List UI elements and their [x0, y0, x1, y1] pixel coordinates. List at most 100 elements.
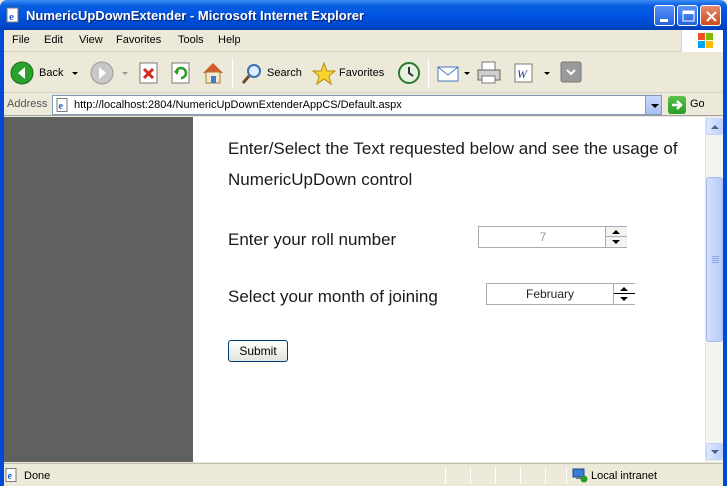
back-arrow-icon — [10, 61, 34, 85]
svg-text:e: e — [59, 101, 64, 112]
roll-number-input[interactable]: 7 — [479, 230, 607, 244]
grip-line — [712, 256, 719, 257]
forward-arrow-icon — [90, 61, 114, 85]
print-button[interactable] — [476, 60, 502, 86]
go-button[interactable] — [668, 96, 686, 114]
history-icon — [398, 62, 420, 84]
submit-button[interactable]: Submit — [228, 340, 288, 362]
title-bar[interactable]: e NumericUpDownExtender - Microsoft Inte… — [0, 0, 727, 30]
menu-bar: File Edit View Favorites Tools Help — [0, 30, 727, 52]
joining-month-updown: February — [486, 283, 635, 305]
status-divider — [470, 467, 471, 484]
mail-icon — [437, 66, 459, 82]
messenger-icon — [560, 61, 582, 83]
chevron-down-icon — [651, 104, 659, 108]
go-label[interactable]: Go — [690, 98, 705, 110]
edit-dropdown-icon[interactable] — [544, 72, 550, 75]
home-icon — [203, 63, 223, 84]
joining-month-spinner — [613, 284, 635, 304]
address-label: Address — [7, 98, 48, 110]
menu-favorites[interactable]: Favorites — [116, 34, 161, 46]
refresh-button[interactable] — [169, 61, 193, 85]
favorites-label: Favorites — [339, 67, 385, 79]
intranet-icon — [572, 468, 588, 483]
page-done-icon: e — [5, 468, 17, 482]
grip-line — [712, 258, 719, 259]
arrow-up-icon — [612, 230, 620, 234]
edit-button[interactable]: W — [512, 61, 552, 85]
status-text: Done — [24, 470, 51, 482]
home-button[interactable] — [200, 60, 226, 86]
address-dropdown-button[interactable] — [645, 96, 661, 114]
standard-toolbar: Back Search Favorites W — [0, 53, 727, 93]
window-frame-left — [0, 30, 4, 486]
window-frame-right — [723, 30, 727, 486]
joining-month-down-button[interactable] — [614, 294, 635, 304]
back-dropdown-icon[interactable] — [72, 72, 78, 75]
menu-file[interactable]: File — [12, 34, 30, 46]
chevron-up-icon — [711, 125, 719, 129]
menu-edit[interactable]: Edit — [44, 34, 63, 46]
messenger-button[interactable] — [560, 61, 582, 83]
instructions-text: Enter/Select the Text requested below an… — [228, 139, 678, 189]
scroll-down-button[interactable] — [706, 443, 723, 460]
window-title: NumericUpDownExtender - Microsoft Intern… — [26, 8, 365, 23]
joining-month-label: Select your month of joining — [228, 287, 438, 306]
roll-number-down-button[interactable] — [606, 237, 627, 247]
print-icon — [477, 61, 501, 84]
status-divider — [545, 467, 546, 484]
stop-button[interactable] — [137, 61, 161, 85]
mail-button[interactable] — [436, 60, 470, 86]
maximize-icon — [682, 10, 695, 22]
scrollbar-thumb[interactable] — [706, 177, 723, 342]
mail-dropdown-icon[interactable] — [464, 72, 470, 75]
close-icon — [706, 11, 717, 22]
ie-page-icon: e — [6, 7, 19, 23]
windows-logo — [681, 30, 727, 52]
roll-number-up-button[interactable] — [606, 227, 627, 237]
toolbar-separator — [232, 58, 233, 88]
svg-text:e: e — [8, 471, 13, 482]
grip-line — [712, 260, 719, 261]
history-button[interactable] — [396, 60, 422, 86]
search-icon — [241, 64, 261, 84]
arrow-down-icon — [612, 240, 620, 244]
go-arrow-icon — [672, 100, 683, 110]
address-input[interactable]: e http://localhost:2804/NumericUpDownExt… — [52, 95, 662, 115]
address-bar: Address e http://localhost:2804/NumericU… — [0, 94, 727, 116]
minimize-icon — [660, 19, 668, 22]
page-viewport: Enter/Select the Text requested below an… — [4, 117, 705, 462]
minimize-button[interactable] — [654, 5, 675, 26]
grip-line — [712, 262, 719, 263]
chevron-down-icon — [711, 450, 719, 454]
roll-number-updown: 7 — [478, 226, 627, 248]
page-content: Enter/Select the Text requested below an… — [193, 117, 705, 462]
back-button[interactable]: Back — [6, 57, 80, 89]
svg-text:e: e — [9, 11, 14, 23]
back-label: Back — [39, 67, 64, 79]
menu-help[interactable]: Help — [218, 34, 241, 46]
status-divider — [520, 467, 521, 484]
svg-text:W: W — [517, 67, 528, 81]
roll-number-label: Enter your roll number — [228, 230, 397, 249]
star-icon — [311, 61, 337, 86]
scroll-up-button[interactable] — [706, 118, 723, 135]
favorites-button[interactable]: Favorites — [311, 57, 389, 89]
roll-number-spinner — [605, 227, 627, 247]
menu-view[interactable]: View — [79, 34, 103, 46]
ie-page-icon: e — [56, 98, 68, 112]
close-button[interactable] — [700, 5, 721, 26]
arrow-up-icon — [620, 287, 628, 291]
forward-button[interactable] — [88, 57, 128, 89]
menu-tools[interactable]: Tools — [178, 34, 204, 46]
joining-month-up-button[interactable] — [614, 284, 635, 294]
maximize-button[interactable] — [677, 5, 698, 26]
forward-dropdown-icon[interactable] — [122, 72, 128, 75]
vertical-scrollbar[interactable] — [705, 117, 723, 462]
windows-flag-icon — [698, 33, 713, 48]
status-divider — [566, 467, 567, 484]
stop-icon — [139, 62, 158, 84]
status-divider — [495, 467, 496, 484]
joining-month-input[interactable]: February — [487, 287, 613, 301]
search-button[interactable]: Search — [238, 57, 304, 89]
